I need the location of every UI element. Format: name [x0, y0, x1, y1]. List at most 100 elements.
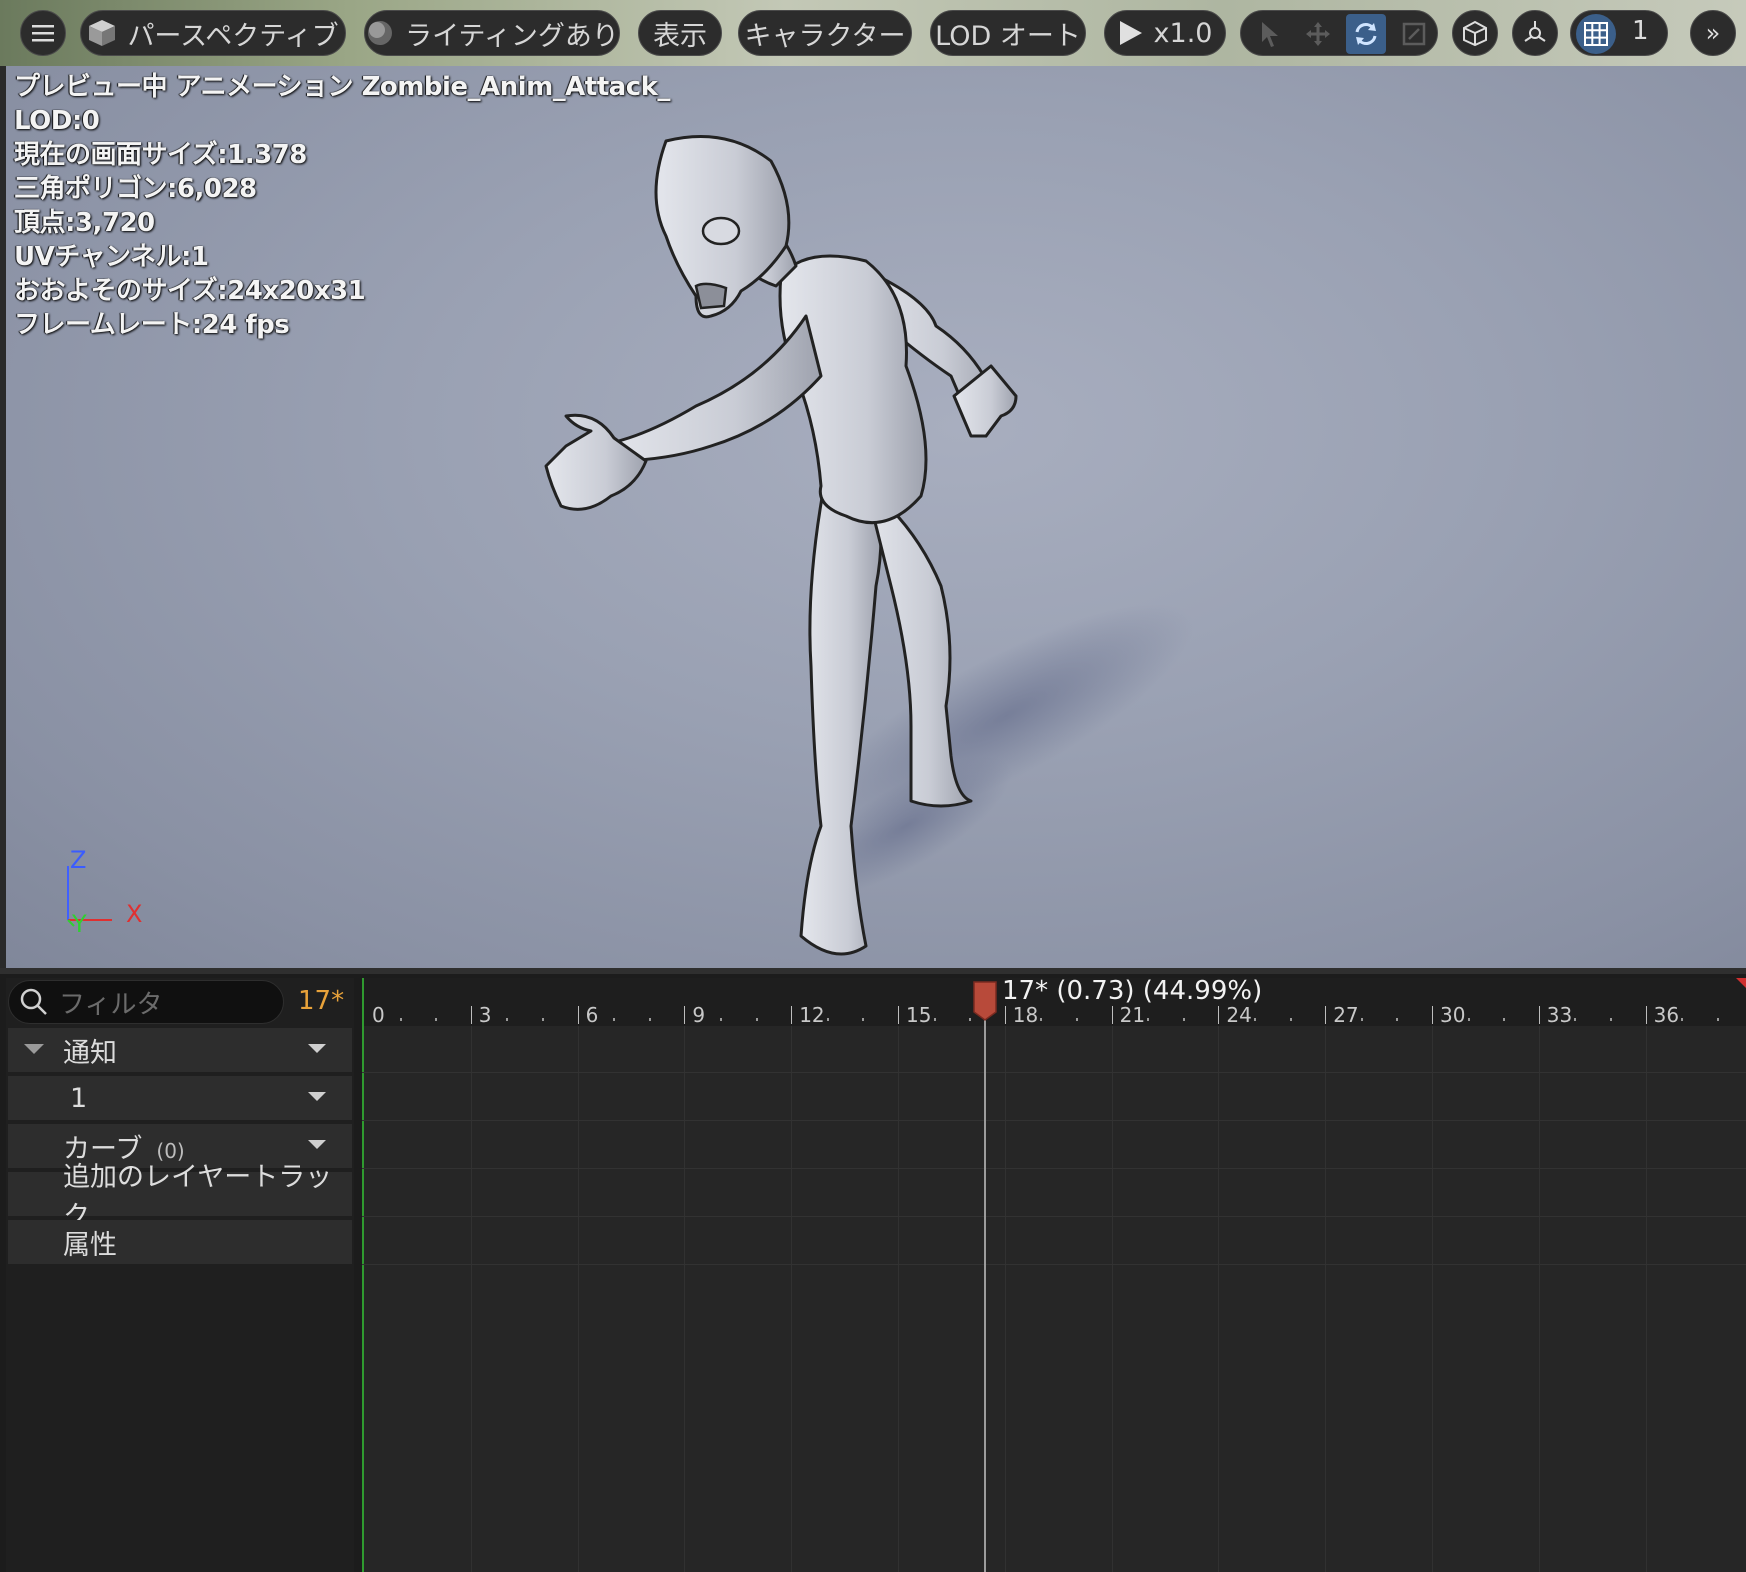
rotate-tool-button[interactable]: [1346, 14, 1386, 54]
local-space-button[interactable]: [1452, 10, 1498, 56]
double-chevron-right-icon: »: [1705, 19, 1721, 47]
track-row-divider: [362, 1168, 1746, 1169]
viewport-stats-overlay: プレビュー中 アニメーション Zombie_Anim_Attack_ LOD:0…: [14, 70, 670, 342]
tick-label: 6: [585, 1003, 599, 1027]
minor-tick: [1503, 1018, 1506, 1021]
more-options-button[interactable]: »: [1690, 10, 1736, 56]
track-row-divider: [362, 1072, 1746, 1073]
select-tool-button[interactable]: [1250, 14, 1290, 54]
minor-tick: [399, 1018, 402, 1021]
additive-layer-tracks[interactable]: 追加のレイヤートラック: [8, 1162, 352, 1232]
lit-sphere-icon: [368, 21, 393, 45]
notify-sub-label: 1: [70, 1082, 88, 1114]
track-row-divider: [362, 1216, 1746, 1217]
major-tick: [1325, 1006, 1327, 1024]
character-button[interactable]: キャラクター: [738, 10, 912, 56]
lighting-label: ライティングあり: [405, 20, 619, 52]
tick-label: 9: [692, 1003, 706, 1027]
major-tick: [577, 1006, 579, 1024]
notify-sub-track[interactable]: 1: [8, 1076, 352, 1120]
show-button[interactable]: 表示: [638, 10, 722, 56]
scale-tool-button[interactable]: [1394, 14, 1434, 54]
tick-label: 33: [1546, 1003, 1573, 1027]
current-frame-indicator: 17*: [298, 986, 345, 1016]
minor-tick: [1289, 1018, 1292, 1021]
tick-label: 36: [1653, 1003, 1680, 1027]
viewport-toolbar: パースペクティブ ライティングあり 表示 キャラクター LOD オート x1.0…: [0, 0, 1746, 66]
grid-column-line: [577, 1026, 579, 1572]
play-icon: [1119, 21, 1142, 45]
playback-speed-label: x1.0: [1153, 17, 1213, 49]
minor-tick: [720, 1018, 722, 1021]
character-label: キャラクター: [744, 20, 906, 52]
track-filter-input[interactable]: フィルタ: [8, 980, 284, 1024]
minor-tick: [755, 1018, 758, 1021]
playhead-info-text: 17* (0.73) (44.99%): [1002, 976, 1263, 1006]
grid-snap-toggle[interactable]: [1576, 14, 1616, 54]
tick-label: 3: [478, 1003, 492, 1027]
timeline-start-marker: [362, 978, 364, 1572]
minor-tick: [1574, 1018, 1577, 1021]
chevron-down-icon[interactable]: [308, 1092, 326, 1101]
lod-label: LOD オート: [935, 20, 1081, 52]
screen-size-text: 現在の画面サイズ:1.378: [14, 140, 307, 170]
tick-label: 27: [1333, 1003, 1359, 1027]
world-space-icon: [1463, 20, 1487, 47]
grid-column-line: [1538, 1026, 1540, 1572]
minor-tick: [1147, 1018, 1150, 1021]
filter-placeholder: フィルタ: [59, 989, 163, 1020]
panel-separator: [0, 968, 1746, 974]
search-icon: [20, 988, 47, 1015]
axis-x-label: X: [126, 900, 143, 928]
surface-snap-button[interactable]: [1512, 10, 1558, 56]
minor-tick: [613, 1018, 616, 1021]
menu-button[interactable]: [20, 10, 66, 56]
move-tool-button[interactable]: [1298, 14, 1338, 54]
show-label: 表示: [653, 20, 707, 52]
minor-tick: [1467, 1018, 1470, 1021]
move-icon: [1306, 22, 1330, 46]
chevron-down-icon[interactable]: [308, 1140, 326, 1149]
perspective-button[interactable]: パースペクティブ: [80, 10, 346, 56]
axis-y-label: Y: [72, 910, 87, 938]
minor-tick: [1040, 1018, 1043, 1021]
major-tick: [1432, 1006, 1433, 1024]
framerate-text: フレームレート:24 fps: [14, 310, 290, 340]
lod-button[interactable]: LOD オート: [930, 10, 1086, 56]
major-tick: [791, 1006, 793, 1024]
minor-tick: [933, 1018, 936, 1021]
major-tick: [1218, 1006, 1220, 1024]
rotate-icon: [1355, 23, 1377, 45]
lighting-button[interactable]: ライティングあり: [364, 10, 620, 56]
minor-tick: [1610, 1018, 1612, 1021]
animation-viewport[interactable]: プレビュー中 アニメーション Zombie_Anim_Attack_ LOD:0…: [6, 66, 1746, 968]
chevron-down-icon[interactable]: [308, 1044, 326, 1053]
playback-speed-button[interactable]: x1.0: [1104, 10, 1226, 56]
playhead-handle-icon[interactable]: [972, 980, 998, 1022]
timeline-end-marker: [1736, 978, 1746, 988]
minor-tick: [969, 1018, 972, 1021]
vertices-text: 頂点:3,720: [14, 208, 155, 238]
attributes-track[interactable]: 属性: [8, 1220, 352, 1264]
grid-column-line: [1111, 1026, 1113, 1572]
preview-animation-text: プレビュー中 アニメーション Zombie_Anim_Attack_: [14, 72, 670, 102]
collapse-triangle-icon[interactable]: [24, 1044, 44, 1054]
grid-column-line: [1218, 1026, 1220, 1572]
minor-tick: [826, 1018, 829, 1021]
grid-column-line: [1645, 1026, 1647, 1572]
minor-tick: [542, 1018, 544, 1021]
grid-snap-value[interactable]: 1: [1632, 16, 1649, 46]
tick-label: 15: [906, 1003, 932, 1027]
major-tick: [684, 1006, 686, 1024]
triangles-text: 三角ポリゴン:6,028: [14, 174, 257, 204]
major-tick: [1645, 1006, 1647, 1024]
tick-label: 12: [799, 1003, 825, 1027]
grid-column-line: [1325, 1026, 1327, 1572]
attributes-label: 属性: [63, 1229, 117, 1261]
major-tick: [1111, 1006, 1113, 1024]
minor-tick: [1182, 1018, 1185, 1021]
grid-column-line: [898, 1026, 899, 1572]
minor-tick: [1396, 1018, 1399, 1021]
minor-tick: [648, 1018, 651, 1021]
notify-track-header[interactable]: 通知: [8, 1028, 352, 1072]
